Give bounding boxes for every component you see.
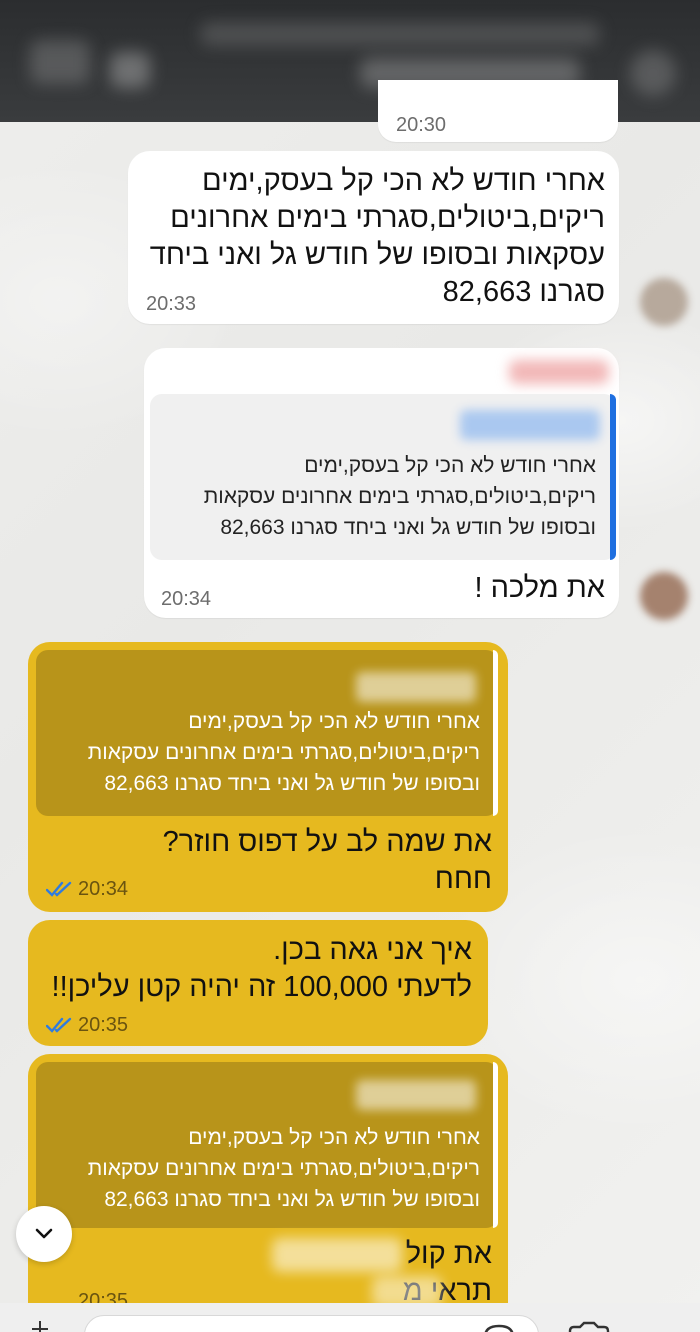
quoted-message[interactable]: אחרי חודש לא הכי קל בעסק,ימים ריקים,ביטו… (36, 1062, 498, 1228)
quote-bar (610, 394, 616, 560)
message-time: 20:35 (78, 1014, 129, 1036)
message-bubble-incoming[interactable]: אחרי חודש לא הכי קל בעסק,ימים ריקים,ביטו… (128, 151, 619, 324)
message-time: 20:34 (161, 588, 212, 610)
header-blur (200, 22, 600, 46)
chevron-down-icon (35, 1228, 53, 1239)
camera-icon[interactable] (566, 1321, 612, 1332)
quoted-message[interactable]: אחרי חודש לא הכי קל בעסק,ימים ריקים,ביטו… (150, 394, 616, 560)
header-blur (110, 52, 150, 88)
message-line: לדעתי 100,000 זה יהיה קטן עליכן!! (51, 971, 472, 1003)
quoted-message[interactable]: אחרי חודש לא הכי קל בעסק,ימים ריקים,ביטו… (36, 650, 498, 816)
quote-line: אחרי חודש לא הכי קל בעסק,ימים (188, 710, 480, 733)
plus-icon[interactable] (30, 1319, 50, 1332)
quoted-sender-blurred (356, 1080, 476, 1110)
message-line: עסקאות ובסופו של חודש גל ואני ביחד (149, 239, 605, 271)
sender-avatar[interactable] (640, 572, 688, 620)
message-bubble-incoming[interactable]: אחרי חודש לא הכי קל בעסק,ימים ריקים,ביטו… (144, 348, 619, 618)
message-bubble-outgoing[interactable]: אחרי חודש לא הכי קל בעסק,ימים ריקים,ביטו… (28, 1054, 508, 1332)
message-text: את מלכה ! (474, 572, 605, 604)
header-blur (30, 40, 90, 84)
quote-line: ריקים,ביטולים,סגרתי בימים אחרונים עסקאות (203, 485, 596, 508)
double-check-icon (46, 1017, 72, 1033)
quote-text: אחרי חודש לא הכי קל בעסק,ימים ריקים,ביטו… (156, 450, 596, 543)
scroll-to-bottom-button[interactable] (16, 1206, 72, 1262)
message-bubble-outgoing[interactable]: איך אני גאה בכן. לדעתי 100,000 זה יהיה ק… (28, 920, 488, 1046)
message-text: אחרי חודש לא הכי קל בעסק,ימים ריקים,ביטו… (135, 163, 605, 311)
message-time: 20:33 (146, 293, 197, 315)
quote-line: אחרי חודש לא הכי קל בעסק,ימים (304, 454, 596, 477)
quoted-sender-blurred (460, 410, 600, 440)
message-input[interactable] (84, 1315, 539, 1332)
quote-bar (493, 650, 498, 816)
message-time: 20:34 (78, 878, 129, 900)
quote-line: ובסופו של חודש גל ואני ביחד סגרנו 82,663 (220, 516, 596, 539)
message-bubble-outgoing[interactable]: אחרי חודש לא הכי קל בעסק,ימים ריקים,ביטו… (28, 642, 508, 912)
message-time: 20:30 (396, 114, 447, 136)
quote-line: ובסופו של חודש גל ואני ביחד סגרנו 82,663 (104, 772, 480, 795)
quote-text: אחרי חודש לא הכי קל בעסק,ימים ריקים,ביטו… (40, 1122, 480, 1215)
contact-avatar-blurred[interactable] (630, 50, 676, 96)
message-line: אחרי חודש לא הכי קל בעסק,ימים (202, 165, 605, 197)
message-text: איך אני גאה בכן. לדעתי 100,000 זה יהיה ק… (42, 932, 472, 1006)
sticker-icon[interactable] (482, 1323, 516, 1332)
quote-line: ריקים,ביטולים,סגרתי בימים אחרונים עסקאות (87, 1157, 480, 1180)
message-line: איך אני גאה בכן. (273, 934, 472, 966)
quote-line: ובסופו של חודש גל ואני ביחד סגרנו 82,663 (104, 1188, 480, 1211)
message-line: ריקים,ביטולים,סגרתי בימים אחרונים (170, 202, 605, 234)
sender-avatar[interactable] (640, 278, 688, 326)
redacted-text (272, 1238, 402, 1272)
quote-line: ריקים,ביטולים,סגרתי בימים אחרונים עסקאות (87, 741, 480, 764)
quote-line: אחרי חודש לא הכי קל בעסק,ימים (188, 1126, 480, 1149)
message-line: סגרנו 82,663 (442, 276, 605, 308)
message-line: את שמה לב על דפוס חוזר? (162, 826, 492, 858)
quote-text: אחרי חודש לא הכי קל בעסק,ימים ריקים,ביטו… (40, 706, 480, 799)
message-bubble-incoming[interactable]: 20:30 (378, 80, 618, 142)
message-composer (0, 1303, 700, 1332)
quoted-sender-blurred (356, 672, 476, 702)
sender-name-blurred (509, 360, 609, 384)
double-check-icon (46, 881, 72, 897)
quote-bar (493, 1062, 498, 1228)
